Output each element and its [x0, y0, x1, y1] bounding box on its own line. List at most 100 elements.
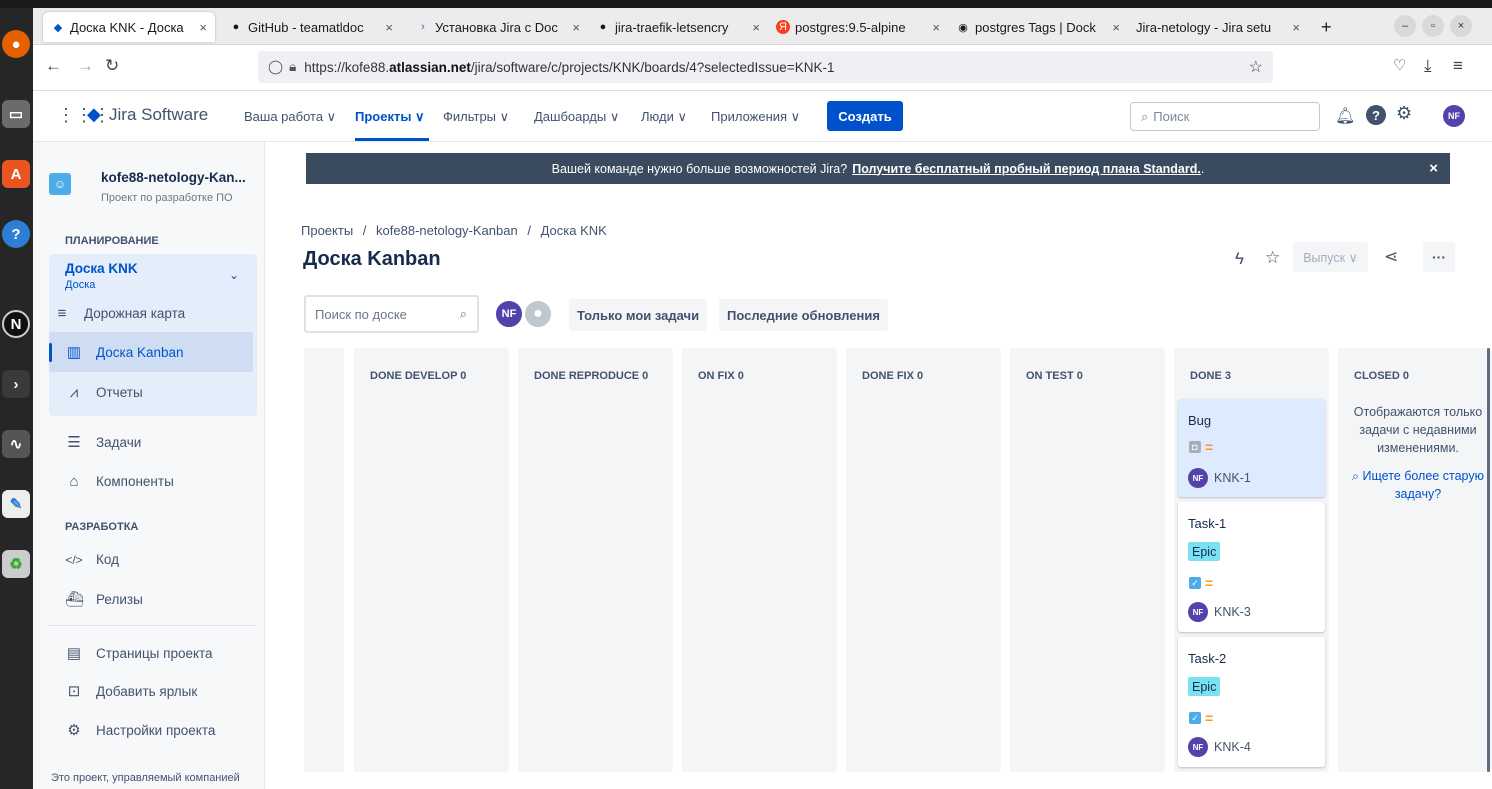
- filter-only-my-issues[interactable]: Только мои задачи: [569, 299, 708, 331]
- priority-medium-icon: =: [1205, 710, 1214, 726]
- release-button[interactable]: Выпуск ∨: [1293, 242, 1368, 272]
- column-header: DONE 3: [1190, 370, 1231, 382]
- software-center-icon[interactable]: A: [2, 160, 30, 188]
- section-development: РАЗРАБОТКА: [65, 521, 139, 533]
- app-icon[interactable]: N: [2, 310, 30, 338]
- nav-people[interactable]: Люди ∨: [641, 109, 687, 125]
- banner-link[interactable]: Получите бесплатный пробный период плана…: [852, 162, 1201, 176]
- create-button[interactable]: Создать: [827, 101, 903, 131]
- nav-filters[interactable]: Фильтры ∨: [443, 109, 509, 125]
- breadcrumb-board[interactable]: Доска KNK: [541, 223, 607, 238]
- sidebar-item-label: Релизы: [96, 591, 143, 607]
- automation-icon[interactable]: ϟ: [1235, 249, 1244, 269]
- board-search-input[interactable]: Поиск по доске ⌕: [304, 295, 479, 333]
- nav-apps[interactable]: Приложения ∨: [711, 109, 800, 125]
- browser-tab[interactable]: ◉ postgres Tags | Dock ×: [948, 12, 1128, 42]
- url-bar[interactable]: ◯ 🔒︎ https://kofe88. atlassian.net/jira/s…: [258, 51, 1273, 83]
- files-icon[interactable]: ▭: [2, 100, 30, 128]
- card-key[interactable]: KNK-4: [1214, 740, 1251, 754]
- terminal-icon[interactable]: ›: [2, 370, 30, 398]
- close-icon[interactable]: ×: [1292, 20, 1300, 35]
- nav-dashboards[interactable]: Дашбоарды ∨: [534, 109, 619, 125]
- reload-icon[interactable]: ↻: [105, 56, 119, 76]
- close-icon[interactable]: ×: [572, 20, 580, 35]
- sidebar-item-kanban[interactable]: ▥ Доска Kanban: [65, 343, 184, 361]
- epic-label[interactable]: Epic: [1188, 677, 1221, 696]
- sidebar-item-code[interactable]: </> Код: [65, 552, 119, 567]
- star-icon[interactable]: ☆: [1249, 57, 1263, 77]
- card-key[interactable]: KNK-1: [1214, 471, 1251, 485]
- sidebar-item-roadmap[interactable]: ≡ Дорожная карта: [53, 305, 186, 322]
- sidebar-item-pages[interactable]: ▤ Страницы проекта: [65, 644, 213, 662]
- sidebar-item-reports[interactable]: ⩘ Отчеты: [65, 384, 143, 401]
- chevron-down-icon[interactable]: ⌄: [229, 268, 239, 282]
- firefox-icon[interactable]: ●: [2, 30, 30, 58]
- new-tab-button[interactable]: +: [1313, 12, 1343, 42]
- jira-logo-icon: ◆: [87, 104, 101, 124]
- closed-link[interactable]: ⌕ Ищете более старую задачу?: [1350, 467, 1486, 503]
- help-icon[interactable]: ?: [2, 220, 30, 248]
- tab-label: postgres:9.5-alpine: [795, 19, 906, 35]
- text-editor-icon[interactable]: ✎: [2, 490, 30, 518]
- minimize-icon[interactable]: –: [1394, 15, 1416, 37]
- scrollbar[interactable]: [1487, 348, 1490, 772]
- code-icon: </>: [65, 552, 83, 567]
- unassigned-avatar-icon[interactable]: ●: [523, 299, 553, 329]
- issue-card[interactable]: Bug ◘ = NF KNK-1: [1178, 399, 1325, 497]
- notifications-icon[interactable]: 🔔︎: [1335, 106, 1355, 126]
- browser-tab[interactable]: Jira-netology - Jira setu ×: [1128, 12, 1308, 42]
- breadcrumb-project[interactable]: kofe88-netology-Kanban: [376, 223, 518, 238]
- star-icon[interactable]: ☆: [1265, 248, 1280, 268]
- issue-card[interactable]: Task-2 Epic ✓ = NF KNK-4: [1178, 637, 1325, 767]
- sidebar-item-label: Настройки проекта: [96, 722, 216, 738]
- close-icon[interactable]: ×: [932, 20, 940, 35]
- close-icon[interactable]: ×: [752, 20, 760, 35]
- board-group-title[interactable]: Доска KNK: [65, 261, 138, 276]
- tab-label: postgres Tags | Dock: [975, 19, 1096, 35]
- filter-recently-updated[interactable]: Последние обновления: [719, 299, 888, 331]
- nav-projects[interactable]: Проекты ∨: [355, 109, 425, 125]
- browser-tab[interactable]: ◆ Доска KNK - Доска ×: [43, 12, 215, 42]
- close-icon[interactable]: ×: [1429, 160, 1438, 177]
- releases-icon: ⛴: [65, 591, 85, 608]
- issue-card[interactable]: Task-1 Epic ✓ = NF KNK-3: [1178, 502, 1325, 632]
- product-name[interactable]: Jira Software: [109, 105, 208, 125]
- trash-icon[interactable]: ♻: [2, 550, 30, 578]
- system-monitor-icon[interactable]: ∿: [2, 430, 30, 458]
- epic-label[interactable]: Epic: [1188, 542, 1221, 561]
- help-icon[interactable]: ?: [1366, 105, 1386, 125]
- more-options-icon[interactable]: ···: [1423, 242, 1455, 272]
- sidebar-item-releases[interactable]: ⛴ Релизы: [65, 590, 143, 608]
- card-key[interactable]: KNK-3: [1214, 605, 1251, 619]
- share-icon[interactable]: ⋖: [1384, 247, 1398, 267]
- browser-tab[interactable]: › Установка Jira с Doc ×: [408, 12, 588, 42]
- browser-tab[interactable]: ● jira-traefik-letsencry ×: [588, 12, 768, 42]
- close-icon[interactable]: ×: [385, 20, 393, 35]
- close-icon[interactable]: ×: [1112, 20, 1120, 35]
- column-header: DONE DEVELOP 0: [370, 370, 467, 382]
- app-switcher-icon[interactable]: ⋮⋮⋮: [57, 105, 111, 126]
- sidebar-item-components[interactable]: ⌂ Компоненты: [65, 473, 173, 490]
- download-icon[interactable]: ⤓: [1424, 56, 1432, 76]
- breadcrumb-projects[interactable]: Проекты: [301, 223, 353, 238]
- sidebar-item-settings[interactable]: ⚙ Настройки проекта: [65, 721, 215, 739]
- back-icon[interactable]: ←: [45, 56, 62, 76]
- settings-icon[interactable]: ⚙: [1396, 103, 1412, 124]
- browser-tab[interactable]: Я postgres:9.5-alpine ×: [768, 12, 948, 42]
- close-icon[interactable]: ×: [199, 20, 207, 35]
- pocket-icon[interactable]: ♡: [1393, 56, 1406, 74]
- avatar-filter[interactable]: NF: [494, 299, 524, 329]
- close-window-icon[interactable]: ×: [1450, 15, 1472, 37]
- header-search-input[interactable]: ⌕ Поиск: [1130, 102, 1320, 131]
- sidebar-item-issues[interactable]: ☰ Задачи: [65, 433, 141, 451]
- nav-your-work[interactable]: Ваша работа ∨: [244, 109, 336, 125]
- sidebar-divider: [49, 625, 257, 626]
- forward-icon[interactable]: →: [77, 56, 94, 76]
- maximize-icon[interactable]: ▫: [1422, 15, 1444, 37]
- menu-icon[interactable]: ≡: [1453, 56, 1463, 76]
- closed-note: Отображаются только задачи с недавними и…: [1353, 405, 1483, 455]
- browser-tab[interactable]: ● GitHub - teamatldoc ×: [221, 12, 401, 42]
- sidebar-item-add-shortcut[interactable]: ⊡ Добавить ярлык: [65, 682, 198, 700]
- user-avatar[interactable]: NF: [1443, 105, 1465, 127]
- project-name[interactable]: kofe88-netology-Kan...: [101, 170, 246, 185]
